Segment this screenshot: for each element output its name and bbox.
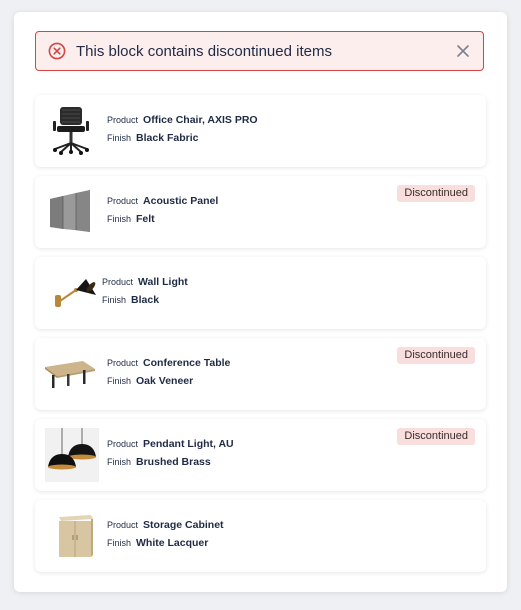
conference-table-thumbnail	[42, 346, 98, 402]
finish-label: Finish	[107, 538, 132, 548]
finish-label: Finish	[107, 214, 132, 224]
item-details: Product Conference Table Finish Oak Veneer	[107, 357, 230, 393]
finish-label: Finish	[107, 133, 132, 143]
list-item[interactable]: Product Acoustic Panel Finish Felt Discont…	[35, 176, 486, 248]
product-name: Acoustic Panel	[143, 195, 219, 207]
product-name: Storage Cabinet	[143, 519, 224, 531]
items-block-panel: This block contains discontinued items P…	[14, 12, 507, 592]
alert-message: This block contains discontinued items	[76, 42, 332, 60]
finish-value: Oak Veneer	[136, 375, 194, 387]
list-item[interactable]: Product Storage Cabinet Finish White Lacqu…	[35, 500, 486, 572]
finish-value: Brushed Brass	[136, 456, 211, 468]
error-circle-icon	[48, 42, 66, 60]
product-name: Wall Light	[138, 276, 188, 288]
product-label: Product	[107, 520, 139, 530]
status-badge: Discontinued	[397, 428, 475, 445]
finish-value: White Lacquer	[136, 537, 209, 549]
product-name: Pendant Light, AU	[143, 438, 234, 450]
product-label: Product	[107, 358, 139, 368]
discontinued-alert: This block contains discontinued items	[35, 31, 484, 71]
product-name: Office Chair, AXIS PRO	[143, 114, 258, 126]
pendant-light-thumbnail	[45, 428, 99, 482]
finish-value: Black	[131, 294, 160, 306]
list-item[interactable]: Product Wall Light Finish Black	[35, 257, 486, 329]
finish-label: Finish	[102, 295, 127, 305]
list-item[interactable]: Product Office Chair, AXIS PRO Finish Blac…	[35, 95, 486, 167]
acoustic-panel-thumbnail	[43, 184, 99, 240]
finish-label: Finish	[107, 457, 132, 467]
item-details: Product Storage Cabinet Finish White Lacqu…	[107, 519, 224, 555]
finish-value: Felt	[136, 213, 155, 225]
product-label: Product	[107, 439, 139, 449]
product-label: Product	[107, 196, 139, 206]
item-details: Product Office Chair, AXIS PRO Finish Blac…	[107, 114, 258, 150]
office-chair-thumbnail	[43, 103, 99, 159]
product-name: Conference Table	[143, 357, 231, 369]
finish-value: Black Fabric	[136, 132, 199, 144]
status-badge: Discontinued	[397, 347, 475, 364]
wall-light-thumbnail	[47, 265, 103, 321]
list-item[interactable]: Product Conference Table Finish Oak Veneer…	[35, 338, 486, 410]
status-badge: Discontinued	[397, 185, 475, 202]
product-label: Product	[102, 277, 134, 287]
item-details: Product Acoustic Panel Finish Felt	[107, 195, 218, 231]
item-details: Product Pendant Light, AU Finish Brushed B…	[107, 438, 234, 474]
product-label: Product	[107, 115, 139, 125]
list-item[interactable]: Product Pendant Light, AU Finish Brushed B…	[35, 419, 486, 491]
finish-label: Finish	[107, 376, 132, 386]
item-details: Product Wall Light Finish Black	[102, 276, 188, 312]
storage-cabinet-thumbnail	[47, 508, 103, 564]
close-icon[interactable]	[455, 43, 471, 59]
